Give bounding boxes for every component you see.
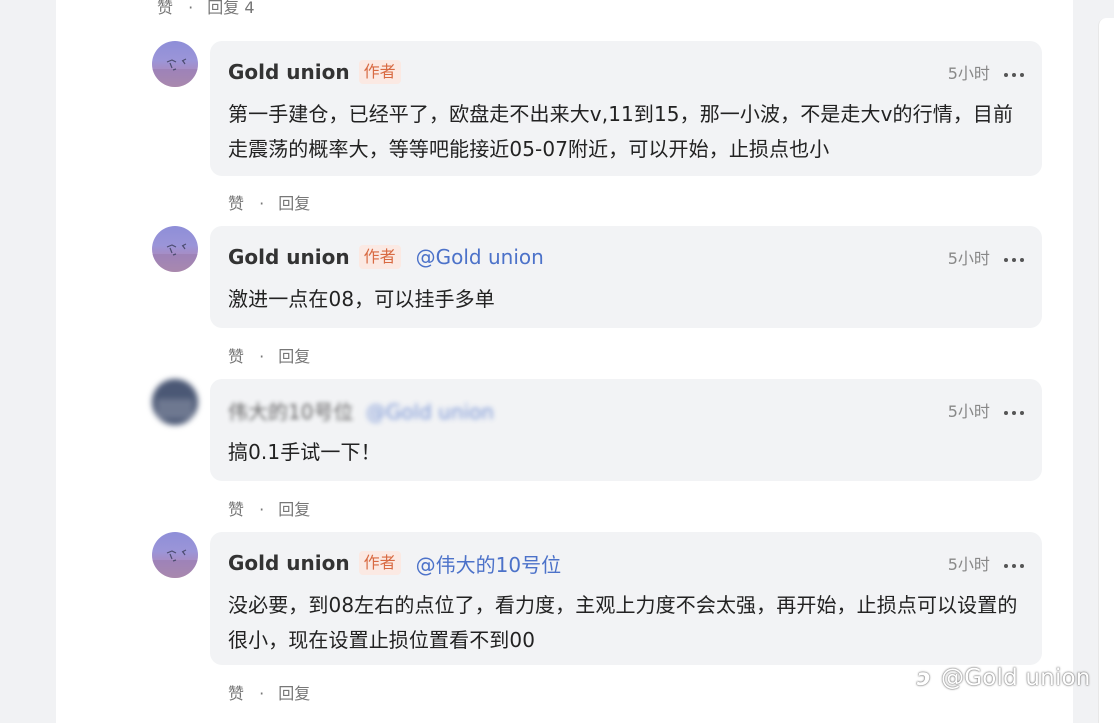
mention-link[interactable]: @伟大的10号位 — [416, 549, 561, 578]
comment-actions: 赞 · 回复 — [228, 190, 310, 214]
more-dots-icon[interactable] — [1004, 69, 1024, 81]
comment-bubble: Gold union 作者 @伟大的10号位 5小时 没必要，到08左右的点位了… — [210, 532, 1042, 665]
mention-link[interactable]: @Gold union — [366, 400, 494, 424]
comment-bubble: 伟大的10号位 @Gold union 5小时 搞0.1手试一下！ — [210, 379, 1042, 481]
comment-author[interactable]: Gold union — [228, 245, 350, 269]
comment-item: Gold union 作者 @伟大的10号位 5小时 没必要，到08左右的点位了… — [152, 532, 1042, 665]
author-badge: 作者 — [358, 551, 401, 575]
comment-item: Gold union 作者 @Gold union 5小时 激进一点在08，可以… — [152, 226, 1042, 328]
avatar[interactable] — [152, 226, 198, 272]
watermark-text: @Gold union — [941, 665, 1091, 691]
comment-author[interactable]: Gold union — [228, 551, 350, 575]
reply-button[interactable]: 回复 — [278, 680, 310, 704]
like-button[interactable]: 赞 — [228, 680, 244, 704]
comment-actions: 赞 · 回复 — [228, 680, 310, 704]
comment-bubble: Gold union 作者 5小时 第一手建仓，已经平了，欧盘走不出来大v,11… — [210, 41, 1042, 176]
avatar[interactable] — [152, 41, 198, 87]
time-label: 5小时 — [947, 402, 990, 421]
sunset-birds-avatar-icon — [152, 549, 198, 578]
watermark-logo-icon: ↄ — [917, 665, 931, 691]
time-label: 5小时 — [947, 555, 990, 574]
blurred-user-avatar-icon — [152, 379, 198, 425]
sunset-birds-avatar-icon — [152, 58, 198, 87]
action-separator: · — [188, 0, 194, 17]
reply-button[interactable]: 回复 — [278, 496, 310, 520]
author-badge: 作者 — [358, 60, 401, 84]
action-separator: · — [259, 500, 265, 519]
like-button[interactable]: 赞 — [228, 343, 244, 367]
comment-author[interactable]: 伟大的10号位 @Gold union — [228, 396, 494, 425]
action-separator: · — [259, 194, 265, 213]
time-label: 5小时 — [947, 249, 990, 268]
more-dots-icon[interactable] — [1004, 254, 1024, 266]
comment-time: 5小时 — [948, 551, 1024, 575]
comment-header: 伟大的10号位 @Gold union 5小时 — [228, 395, 1024, 425]
action-separator: · — [259, 347, 265, 366]
comment-item: 伟大的10号位 @Gold union 5小时 搞0.1手试一下！ — [152, 379, 1042, 481]
comment-time: 5小时 — [948, 398, 1024, 422]
like-button[interactable]: 赞 — [228, 190, 244, 214]
comment-author[interactable]: Gold union — [228, 60, 350, 84]
comment-text: 第一手建仓，已经平了，欧盘走不出来大v,11到15，那一小波，不是走大v的行情，… — [228, 102, 1014, 161]
more-dots-icon[interactable] — [1004, 407, 1024, 419]
sunset-birds-avatar-icon — [152, 243, 198, 272]
comment-time: 5小时 — [948, 245, 1024, 269]
comment-header: Gold union 作者 5小时 — [228, 57, 1024, 87]
comment-time: 5小时 — [948, 60, 1024, 84]
avatar[interactable] — [152, 379, 198, 425]
comment-item: Gold union 作者 5小时 第一手建仓，已经平了，欧盘走不出来大v,11… — [152, 41, 1042, 176]
action-separator: · — [259, 684, 265, 703]
comment-text: 激进一点在08，可以挂手多单 — [228, 287, 495, 311]
like-button[interactable]: 赞 — [228, 496, 244, 520]
comment-actions: 赞 · 回复 — [228, 343, 310, 367]
comment-text: 没必要，到08左右的点位了，看力度，主观上力度不会太强，再开始，止损点可以设置的… — [228, 593, 1018, 652]
like-button[interactable]: 赞 — [157, 0, 173, 18]
mention-link[interactable]: @Gold union — [416, 245, 544, 269]
comment-header: Gold union 作者 @Gold union 5小时 — [228, 242, 1024, 272]
right-side-panel-edge — [1098, 18, 1114, 723]
more-dots-icon[interactable] — [1004, 560, 1024, 572]
comment-header: Gold union 作者 @伟大的10号位 5小时 — [228, 548, 1024, 578]
comment-actions: 赞 · 回复 — [228, 496, 310, 520]
comment-bubble: Gold union 作者 @Gold union 5小时 激进一点在08，可以… — [210, 226, 1042, 328]
reply-count-button[interactable]: 回复 4 — [207, 0, 254, 18]
time-label: 5小时 — [947, 64, 990, 83]
author-badge: 作者 — [358, 245, 401, 269]
comment-text: 搞0.1手试一下！ — [228, 440, 381, 464]
reply-button[interactable]: 回复 — [278, 190, 310, 214]
watermark: ↄ @Gold union — [917, 665, 1091, 691]
avatar[interactable] — [152, 532, 198, 578]
top-comment-actions: 赞 · 回复 4 — [157, 0, 255, 18]
reply-button[interactable]: 回复 — [278, 343, 310, 367]
blurred-author-name: 伟大的10号位 — [228, 399, 354, 424]
